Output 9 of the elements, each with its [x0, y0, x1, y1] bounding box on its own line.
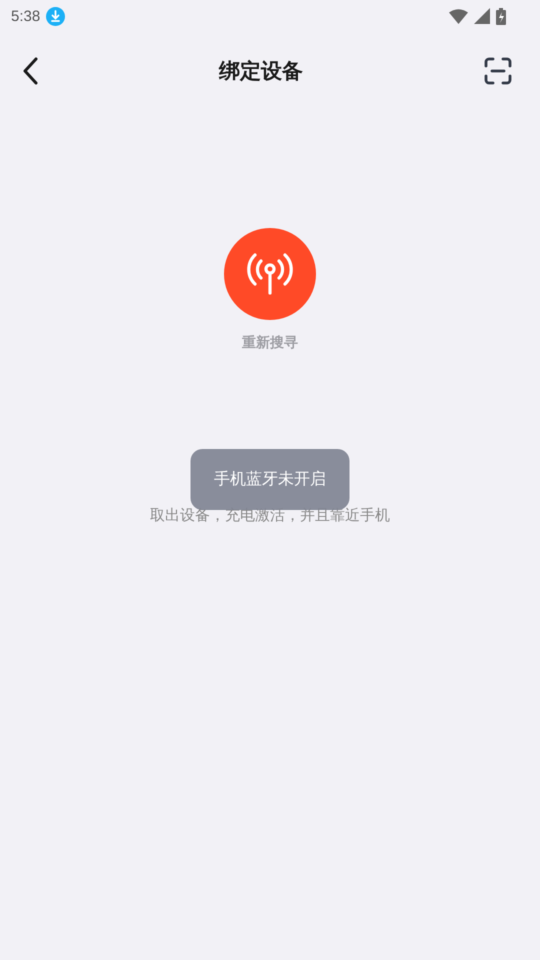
signal-icon	[474, 8, 490, 24]
status-time: 5:38	[11, 8, 40, 24]
page-title: 绑定设备	[219, 58, 303, 85]
scan-button[interactable]	[482, 55, 514, 87]
toast: 手机蓝牙未开启	[190, 449, 350, 510]
download-icon	[46, 6, 66, 26]
research-label: 重新搜寻	[242, 334, 298, 352]
battery-icon	[496, 8, 506, 24]
wifi-icon	[449, 8, 468, 24]
